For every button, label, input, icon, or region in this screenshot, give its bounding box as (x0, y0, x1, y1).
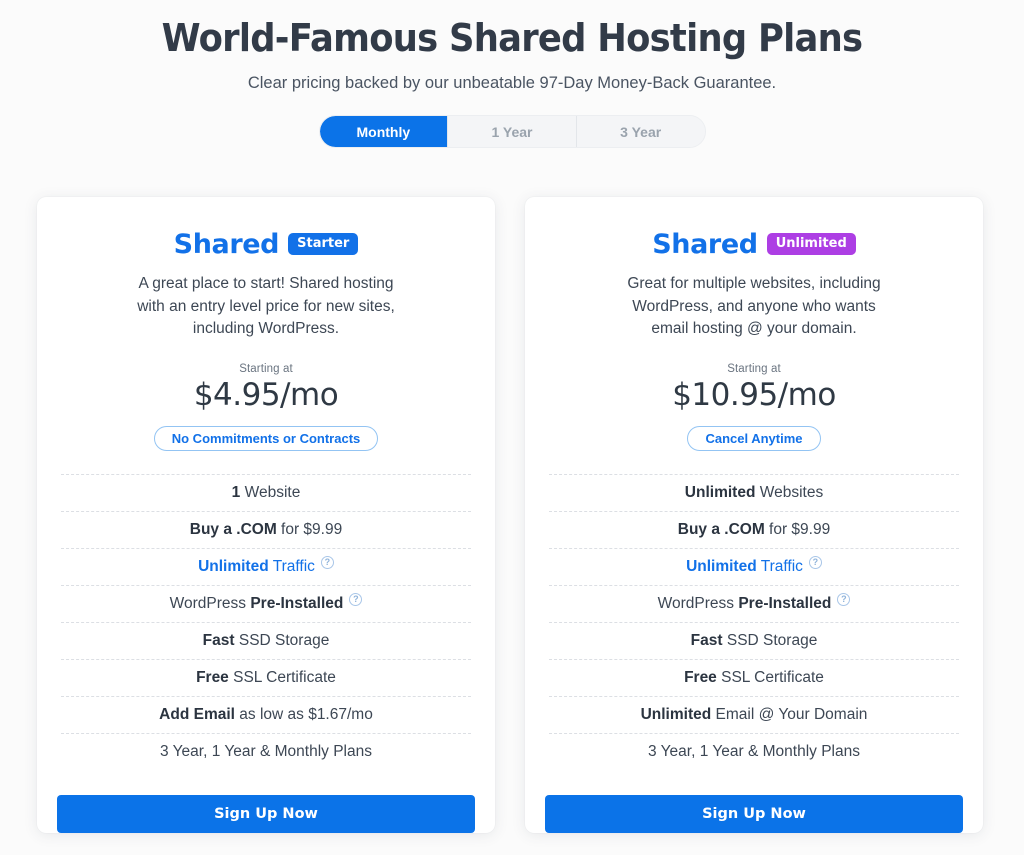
feature-row: Buy a .COM for $9.99 (549, 512, 959, 549)
feature-highlight: Fast (202, 631, 235, 649)
feature-label: 3 Year, 1 Year & Monthly Plans (648, 743, 860, 761)
feature-label: Fast SSD Storage (203, 632, 330, 650)
term-toggle-option-monthly[interactable]: Monthly (319, 116, 448, 147)
feature-text: Email @ Your Domain (711, 705, 868, 723)
feature-highlight: Free (684, 668, 717, 686)
feature-label: 1 Website (232, 484, 301, 502)
feature-highlight: Pre-Installed (250, 594, 344, 612)
price-block: Starting at $4.95/mo (193, 362, 339, 414)
feature-highlight: Unlimited (198, 557, 269, 575)
feature-row: Add Email as low as $1.67/mo (61, 697, 471, 734)
feature-text: 3 Year, 1 Year & Monthly Plans (648, 743, 860, 760)
feature-text: for $9.99 (276, 520, 343, 538)
term-toggle-option-3-year[interactable]: 3 Year (575, 116, 705, 147)
price-block: Starting at $10.95/mo (672, 363, 836, 414)
feature-highlight: Buy a .COM (677, 520, 765, 538)
feature-label: WordPress Pre-Installed (170, 595, 344, 613)
feature-text: SSD Storage (722, 631, 818, 649)
feature-text: 3 Year, 1 Year & Monthly Plans (160, 743, 372, 760)
feature-row: Fast SSD Storage (61, 623, 471, 660)
plan-card: Shared Starter A great place to start! Sha… (37, 197, 495, 833)
feature-row: Unlimited Traffic? (549, 549, 959, 586)
plan-description: Great for multiple websites, including W… (627, 275, 881, 337)
billing-term-toggle[interactable]: Monthly 1 Year 3 Year (318, 115, 706, 148)
plan-header: Shared Unlimited (652, 227, 856, 261)
feature-highlight: Fast (690, 631, 723, 649)
feature-text: Traffic (756, 557, 803, 575)
help-icon[interactable]: ? (808, 556, 822, 569)
feature-row: Free SSL Certificate (61, 660, 471, 697)
feature-row: Buy a .COM for $9.99 (61, 512, 471, 549)
feature-label: WordPress Pre-Installed (658, 595, 832, 613)
page-subtitle: Clear pricing backed by our unbeatable 9… (247, 74, 777, 92)
feature-highlight: 1 (231, 483, 241, 501)
plan-card-list: Shared Starter A great place to start! Sha… (37, 197, 983, 833)
feature-row: 3 Year, 1 Year & Monthly Plans (549, 734, 959, 771)
feature-row: 3 Year, 1 Year & Monthly Plans (61, 734, 471, 771)
feature-text: as low as $1.67/mo (234, 705, 373, 723)
hero-section: World-Famous Shared Hosting Plans Clear … (0, 0, 1024, 95)
plan-name: Shared (652, 228, 758, 260)
feature-list: Unlimited Websites Buy a .COM for $9.99 Un… (549, 473, 959, 771)
feature-text: Website (240, 483, 301, 501)
feature-highlight: Buy a .COM (189, 520, 277, 538)
guarantee-pill-button[interactable]: No Commitments or Contracts (153, 425, 379, 451)
feature-text: SSL Certificate (716, 668, 824, 686)
feature-label: Unlimited Traffic (686, 558, 803, 576)
feature-row: WordPress Pre-Installed? (549, 586, 959, 623)
feature-label: Unlimited Websites (685, 484, 823, 502)
plan-description: A great place to start! Shared hosting w… (137, 275, 395, 337)
feature-highlight: Unlimited (640, 705, 712, 723)
feature-label: Unlimited Email @ Your Domain (641, 706, 868, 724)
feature-text: for $9.99 (764, 520, 831, 538)
feature-row: WordPress Pre-Installed? (61, 586, 471, 623)
page-title: World-Famous Shared Hosting Plans (161, 16, 863, 60)
feature-label: Buy a .COM for $9.99 (190, 521, 342, 539)
term-toggle-option-1-year[interactable]: 1 Year (447, 116, 576, 147)
feature-row: Fast SSD Storage (549, 623, 959, 660)
feature-text: SSL Certificate (228, 668, 336, 686)
plan-badge: Starter (288, 233, 359, 255)
price-label: Starting at (239, 362, 293, 375)
feature-row: Free SSL Certificate (549, 660, 959, 697)
guarantee-pill-button[interactable]: Cancel Anytime (687, 425, 821, 451)
feature-text: WordPress (169, 594, 251, 612)
feature-label: Buy a .COM for $9.99 (678, 521, 830, 539)
pricing-page: World-Famous Shared Hosting Plans Clear … (0, 0, 1024, 855)
feature-list: 1 Website Buy a .COM for $9.99 Unlimited T… (61, 473, 471, 771)
feature-text: SSD Storage (234, 631, 330, 649)
sign-up-button[interactable]: Sign Up Now (57, 794, 475, 833)
price-label: Starting at (727, 362, 781, 375)
feature-label: Free SSL Certificate (684, 669, 824, 687)
plan-header: Shared Starter (174, 227, 359, 261)
plan-badge: Unlimited (766, 233, 856, 255)
feature-highlight: Unlimited (684, 483, 756, 501)
feature-label: Add Email as low as $1.67/mo (159, 706, 373, 724)
plan-card: Shared Unlimited Great for multiple websit… (525, 197, 983, 833)
feature-row: 1 Website (61, 475, 471, 512)
feature-highlight: Unlimited (686, 557, 757, 575)
feature-text: WordPress (657, 594, 739, 612)
feature-highlight: Add Email (159, 705, 235, 723)
feature-highlight: Pre-Installed (738, 594, 832, 612)
feature-text: Traffic (268, 557, 315, 575)
sign-up-button[interactable]: Sign Up Now (545, 794, 963, 833)
feature-text: Websites (755, 483, 824, 501)
plan-name: Shared (173, 228, 280, 260)
help-icon[interactable]: ? (320, 556, 334, 569)
help-icon[interactable]: ? (349, 593, 363, 606)
feature-row: Unlimited Websites (549, 475, 959, 512)
price-amount: $10.95/mo (672, 376, 836, 413)
help-icon[interactable]: ? (837, 593, 851, 606)
feature-row: Unlimited Traffic? (61, 549, 471, 586)
feature-highlight: Free (196, 668, 229, 686)
feature-label: Unlimited Traffic (198, 558, 315, 576)
feature-label: 3 Year, 1 Year & Monthly Plans (160, 743, 372, 761)
feature-label: Free SSL Certificate (196, 669, 336, 687)
feature-row: Unlimited Email @ Your Domain (549, 697, 959, 734)
feature-label: Fast SSD Storage (691, 632, 818, 650)
price-amount: $4.95/mo (193, 376, 339, 413)
